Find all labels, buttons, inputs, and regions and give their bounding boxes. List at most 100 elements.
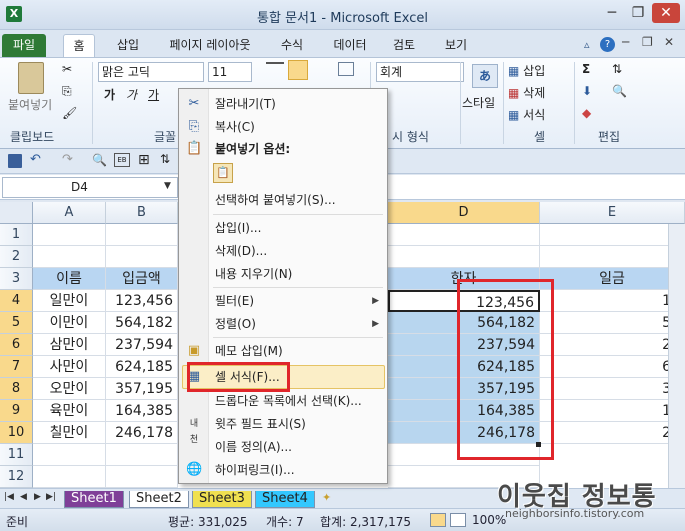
table-cell-ilgeum[interactable]: 62 — [540, 356, 685, 378]
cell[interactable] — [106, 246, 178, 268]
menu-item-pick-list[interactable]: 드롭다운 목록에서 선택(K)... — [209, 390, 385, 412]
page-layout-view-icon[interactable] — [450, 513, 466, 527]
table-cell-amount[interactable]: 564,182 — [106, 312, 178, 334]
cell[interactable] — [540, 246, 685, 268]
tab-formulas[interactable]: 수식 — [276, 34, 308, 57]
table-cell-amount[interactable]: 246,178 — [106, 422, 178, 444]
number-format-select[interactable]: 회계 — [376, 62, 464, 82]
tab-file[interactable]: 파일 — [2, 34, 46, 57]
column-header-e[interactable]: E — [540, 202, 685, 224]
cell[interactable] — [106, 466, 178, 488]
cell[interactable] — [106, 444, 178, 466]
workbook-close-icon[interactable]: ✕ — [664, 35, 674, 49]
table-cell-name[interactable]: 오만이 — [33, 378, 106, 400]
table-cell-amount[interactable]: 624,185 — [106, 356, 178, 378]
format-cells-button[interactable]: ▦ 서식 — [508, 106, 545, 123]
insert-sheet-icon[interactable]: ✦ — [322, 491, 331, 504]
align-middle-icon[interactable] — [288, 60, 308, 80]
cell[interactable] — [540, 224, 685, 246]
row-header[interactable]: 9 — [0, 400, 33, 422]
table-cell-amount[interactable]: 237,594 — [106, 334, 178, 356]
fill-icon[interactable]: ⬇ — [582, 84, 592, 98]
delete-cells-button[interactable]: ▦ 삭제 — [508, 84, 545, 101]
minimize-button[interactable]: ─ — [600, 3, 624, 23]
table-cell-name[interactable]: 이만이 — [33, 312, 106, 334]
next-sheet-icon[interactable]: ▶ — [34, 492, 41, 502]
cell[interactable] — [106, 224, 178, 246]
styles-button[interactable]: 스타일 — [462, 94, 495, 111]
borders-icon[interactable]: ⊞ — [138, 152, 150, 168]
menu-item-define-name[interactable]: 이름 정의(A)... — [209, 436, 385, 458]
menu-item-sort[interactable]: 정렬(O) ▶ — [209, 313, 385, 335]
table-cell-amount[interactable]: 164,385 — [106, 400, 178, 422]
row-header[interactable]: 3 — [0, 268, 33, 290]
minimize-ribbon-icon[interactable]: ▵ — [584, 38, 590, 51]
first-sheet-icon[interactable]: |◀ — [4, 492, 14, 502]
save-icon[interactable] — [8, 154, 22, 168]
paste-option-icon[interactable]: 📋 — [213, 163, 233, 183]
menu-item-delete[interactable]: 삭제(D)... — [209, 240, 385, 262]
tab-view[interactable]: 보기 — [440, 34, 472, 57]
last-sheet-icon[interactable]: ▶| — [46, 492, 56, 502]
menu-item-insert-comment[interactable]: 메모 삽입(M) — [209, 340, 385, 362]
redo-icon[interactable]: ↷ — [62, 152, 73, 167]
vertical-scrollbar[interactable] — [668, 224, 685, 488]
font-name-select[interactable]: 맑은 고딕 — [98, 62, 204, 82]
row-header[interactable]: 2 — [0, 246, 33, 268]
wrap-text-icon[interactable] — [338, 62, 354, 76]
menu-item-filter[interactable]: 필터(E) ▶ — [209, 290, 385, 312]
menu-item-copy[interactable]: 복사(C) — [209, 116, 385, 138]
cell[interactable] — [388, 224, 540, 246]
sheet-tab-sheet1[interactable]: Sheet1 — [64, 491, 124, 508]
row-header[interactable]: 8 — [0, 378, 33, 400]
name-box[interactable]: D4 — [2, 177, 178, 198]
header-cell-ilgeum[interactable]: 일금 — [540, 268, 685, 290]
menu-item-cut[interactable]: 잘라내기(T) — [209, 93, 385, 115]
row-header[interactable]: 1 — [0, 224, 33, 246]
workbook-minimize-icon[interactable]: ─ — [622, 35, 629, 49]
table-cell-ilgeum[interactable]: 16 — [540, 400, 685, 422]
autosum-icon[interactable]: Σ — [582, 62, 590, 76]
clear-icon[interactable]: ◆ — [582, 106, 591, 120]
row-header[interactable]: 5 — [0, 312, 33, 334]
italic-button[interactable]: 가 — [126, 86, 137, 103]
close-button[interactable]: ✕ — [652, 3, 680, 23]
restore-button[interactable]: ❐ — [626, 3, 650, 23]
menu-item-insert[interactable]: 삽입(I)... — [209, 217, 385, 239]
underline-button[interactable]: 가 — [148, 86, 159, 103]
undo-icon[interactable]: ↶ — [30, 152, 41, 167]
table-cell-ilgeum[interactable]: 24 — [540, 422, 685, 444]
sort-icon[interactable]: ⇅ — [160, 152, 170, 166]
menu-item-clear[interactable]: 내용 지우기(N) — [209, 263, 385, 285]
table-cell-ilgeum[interactable]: 23 — [540, 334, 685, 356]
copy-icon[interactable]: ⎘ — [62, 84, 72, 99]
normal-view-icon[interactable] — [430, 513, 446, 527]
column-header-a[interactable]: A — [33, 202, 106, 224]
menu-item-hyperlink[interactable]: 하이퍼링크(I)... — [209, 459, 385, 481]
row-header[interactable]: 4 — [0, 290, 33, 312]
tab-page-layout[interactable]: 페이지 레이아웃 — [160, 34, 260, 57]
workbook-restore-icon[interactable]: ❐ — [642, 35, 653, 49]
form-icon[interactable]: EB — [114, 153, 130, 167]
sort-filter-icon[interactable]: ⇅ — [612, 62, 622, 76]
table-cell-ilgeum[interactable]: 12 — [540, 290, 685, 312]
format-painter-icon[interactable]: 🖌 — [62, 106, 77, 120]
cell[interactable] — [388, 246, 540, 268]
row-header[interactable]: 7 — [0, 356, 33, 378]
table-cell-ilgeum[interactable]: 56 — [540, 312, 685, 334]
table-cell-amount[interactable]: 357,195 — [106, 378, 178, 400]
styles-icon[interactable]: あ — [472, 64, 498, 88]
header-cell-name[interactable]: 이름 — [33, 268, 106, 290]
tab-home[interactable]: 홈 — [63, 34, 95, 57]
align-top-icon[interactable] — [266, 62, 284, 76]
table-cell-name[interactable]: 삼만이 — [33, 334, 106, 356]
row-header[interactable]: 6 — [0, 334, 33, 356]
print-preview-icon[interactable]: 🔍 — [92, 153, 107, 167]
select-all-corner[interactable] — [0, 202, 33, 224]
column-header-b[interactable]: B — [106, 202, 178, 224]
paste-icon[interactable] — [18, 62, 44, 94]
row-header[interactable]: 11 — [0, 444, 33, 466]
cell[interactable] — [33, 466, 106, 488]
font-size-select[interactable]: 11 — [208, 62, 252, 82]
tab-review[interactable]: 검토 — [388, 34, 420, 57]
